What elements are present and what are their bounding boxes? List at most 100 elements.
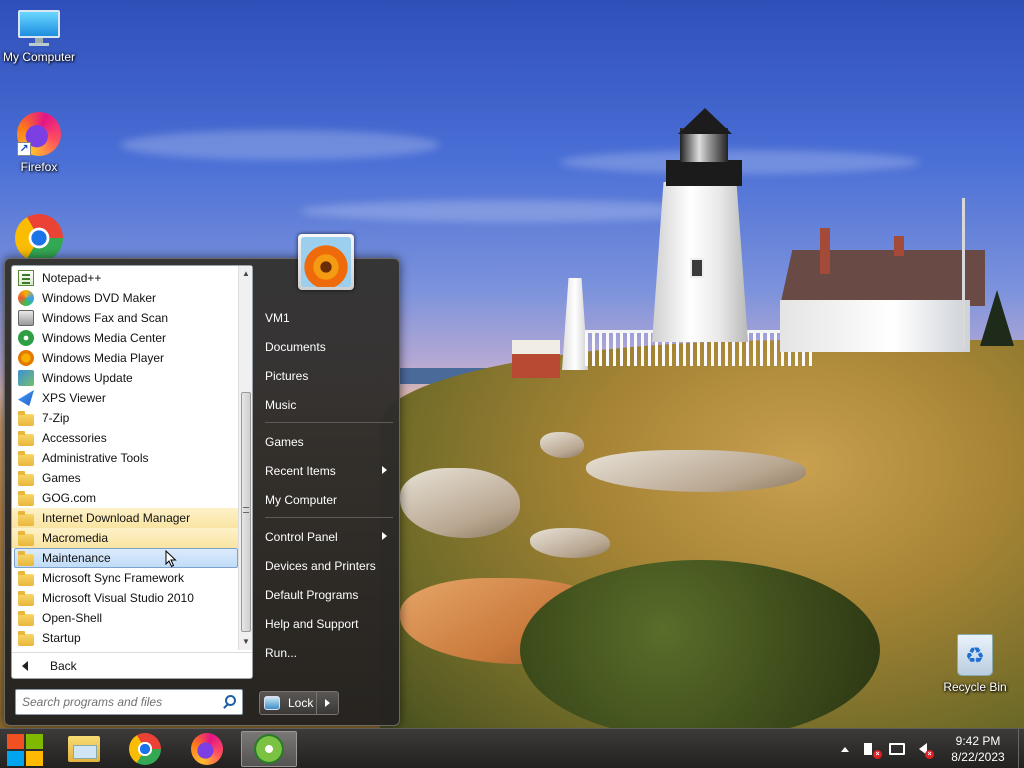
mouse-cursor-icon [165, 550, 177, 568]
program-folder-maintenance[interactable]: Maintenance [14, 548, 238, 568]
program-item-windows-dvd-maker[interactable]: Windows DVD Maker [12, 288, 240, 308]
program-folder-microsoft-visual-studio-2010[interactable]: Microsoft Visual Studio 2010 [12, 588, 240, 608]
start-button[interactable] [6, 733, 44, 767]
windows-logo-green [26, 734, 43, 749]
back-button[interactable]: Back [12, 652, 252, 678]
program-item-windows-update[interactable]: Windows Update [12, 368, 240, 388]
scroll-down-button[interactable]: ▼ [239, 634, 253, 650]
volume-icon[interactable]: × [912, 739, 934, 759]
search-input[interactable] [22, 691, 218, 713]
wallpaper-shed [512, 340, 560, 378]
folder-icon [18, 631, 34, 646]
lock-button[interactable]: Lock [259, 691, 317, 715]
action-center-icon[interactable]: × [860, 739, 882, 759]
program-item-windows-media-center[interactable]: Windows Media Center [12, 328, 240, 348]
search-icon[interactable] [225, 695, 236, 706]
folder-icon [18, 531, 34, 546]
firefox-icon: ↗ [17, 112, 61, 156]
windows-update-icon [18, 370, 34, 386]
right-item-label: VM1 [265, 310, 290, 325]
program-folder-games[interactable]: Games [12, 468, 240, 488]
right-item-pictures[interactable]: Pictures [257, 361, 397, 390]
windows-logo-yellow [26, 751, 43, 766]
program-folder-internet-download-manager[interactable]: Internet Download Manager [12, 508, 240, 528]
program-folder-7-zip[interactable]: 7-Zip [12, 408, 240, 428]
search-box[interactable] [15, 689, 243, 715]
submenu-arrow-icon [382, 466, 387, 474]
program-label: Windows Fax and Scan [42, 311, 169, 325]
right-item-default-programs[interactable]: Default Programs [257, 580, 397, 609]
program-folder-gog-com[interactable]: GOG.com [12, 488, 240, 508]
right-item-run[interactable]: Run... [257, 638, 397, 667]
scroll-up-button[interactable]: ▲ [239, 266, 253, 282]
right-item-label: Documents [265, 339, 326, 354]
dvd-maker-icon [18, 290, 34, 306]
right-item-label: Recent Items [265, 463, 336, 478]
wallpaper-house-roof [780, 250, 985, 306]
windows-logo-blue [7, 751, 24, 766]
notepad-icon [18, 270, 34, 286]
media-player-icon [18, 350, 34, 366]
shutdown-options-button[interactable] [317, 691, 339, 715]
desktop-icon-recycle-bin[interactable]: Recycle Bin [932, 634, 1018, 694]
right-item-help-and-support[interactable]: Help and Support [257, 609, 397, 638]
user-picture[interactable] [298, 234, 354, 290]
monitor-icon [18, 10, 60, 46]
program-folder-microsoft-sync-framework[interactable]: Microsoft Sync Framework [12, 568, 240, 588]
right-item-music[interactable]: Music [257, 390, 397, 419]
right-item-devices-and-printers[interactable]: Devices and Printers [257, 551, 397, 580]
folder-icon [18, 551, 34, 566]
program-folder-open-shell[interactable]: Open-Shell [12, 608, 240, 628]
user-avatar [301, 237, 351, 287]
right-item-games[interactable]: Games [257, 427, 397, 456]
taskbar-chrome[interactable] [117, 731, 173, 767]
all-programs-list[interactable]: Notepad++ Windows DVD Maker Windows Fax … [12, 266, 240, 650]
folder-icon [18, 471, 34, 486]
network-icon[interactable] [886, 739, 908, 759]
right-item-label: Default Programs [265, 587, 359, 602]
program-label: Startup [42, 631, 81, 645]
media-center-icon [18, 330, 34, 346]
program-item-windows-media-player[interactable]: Windows Media Player [12, 348, 240, 368]
right-item-control-panel[interactable]: Control Panel [257, 522, 397, 551]
desktop-icon-my-computer[interactable]: My Computer [0, 10, 82, 64]
monitor-screen [18, 10, 60, 38]
program-folder-administrative-tools[interactable]: Administrative Tools [12, 448, 240, 468]
wallpaper-bush [520, 560, 880, 728]
right-item-label: Help and Support [265, 616, 359, 631]
wallpaper-cloud [120, 130, 440, 160]
mute-badge-icon: × [925, 750, 934, 759]
program-item-notepad-plus-plus[interactable]: Notepad++ [12, 268, 240, 288]
right-item-documents[interactable]: Documents [257, 332, 397, 361]
back-arrow-icon [22, 660, 28, 671]
program-item-xps-viewer[interactable]: XPS Viewer [12, 388, 240, 408]
wallpaper-chimney [894, 236, 904, 256]
folder-icon [18, 451, 34, 466]
taskbar-internet-download-manager[interactable] [241, 731, 297, 767]
submenu-arrow-icon [382, 532, 387, 540]
folder-icon [18, 571, 34, 586]
taskbar-firefox[interactable] [179, 731, 235, 767]
program-item-windows-fax-and-scan[interactable]: Windows Fax and Scan [12, 308, 240, 328]
program-folder-startup[interactable]: Startup [12, 628, 240, 648]
wallpaper-house [780, 300, 970, 352]
right-item-recent-items[interactable]: Recent Items [257, 456, 397, 485]
scroll-thumb[interactable] [241, 392, 251, 632]
right-item-user-folder[interactable]: VM1 [257, 303, 397, 332]
desktop-icon-firefox[interactable]: ↗ Firefox [0, 112, 82, 174]
taskbar-clock[interactable]: 9:42 PM 8/22/2023 [942, 733, 1014, 765]
wallpaper-flagpole [962, 198, 965, 348]
program-label: Windows Media Player [42, 351, 165, 365]
taskbar-file-explorer[interactable] [56, 731, 112, 767]
show-hidden-icons-button[interactable] [834, 739, 856, 759]
right-item-label: My Computer [265, 492, 338, 507]
wallpaper-chimney [820, 228, 830, 274]
program-folder-accessories[interactable]: Accessories [12, 428, 240, 448]
right-item-label: Pictures [265, 368, 309, 383]
right-item-my-computer[interactable]: My Computer [257, 485, 397, 514]
show-desktop-button[interactable] [1018, 729, 1024, 768]
programs-scrollbar[interactable]: ▲ ▼ [238, 266, 252, 650]
folder-icon [18, 491, 34, 506]
program-folder-macromedia[interactable]: Macromedia [12, 528, 240, 548]
program-label: Windows Media Center [42, 331, 167, 345]
